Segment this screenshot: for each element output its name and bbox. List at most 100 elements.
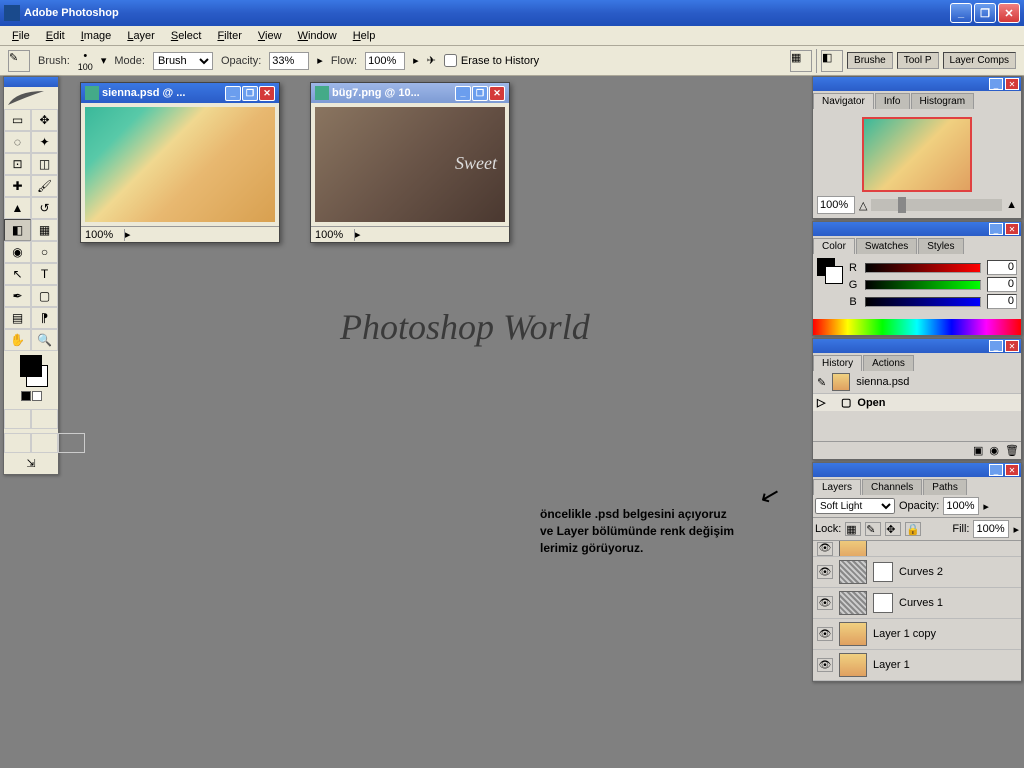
layer-name[interactable]: Curves 1 bbox=[899, 597, 943, 609]
layer-row[interactable]: 👁 Layer 1 bbox=[813, 650, 1021, 681]
layer-mask-thumb[interactable] bbox=[873, 593, 893, 613]
menu-help[interactable]: Help bbox=[345, 28, 384, 44]
panel-close-button[interactable]: ✕ bbox=[1005, 78, 1019, 90]
maximize-button[interactable]: ❐ bbox=[974, 3, 996, 23]
delete-state-icon[interactable]: 🗑 bbox=[1005, 444, 1019, 457]
blur-tool[interactable]: ◉ bbox=[4, 241, 31, 263]
color-swatch[interactable] bbox=[817, 258, 841, 288]
hand-tool[interactable]: ✋ bbox=[4, 329, 31, 351]
tab-histogram[interactable]: Histogram bbox=[911, 93, 975, 109]
path-tool[interactable]: ↖ bbox=[4, 263, 31, 285]
tab-info[interactable]: Info bbox=[875, 93, 910, 109]
erase-history-checkbox[interactable]: Erase to History bbox=[444, 54, 539, 67]
brush-tool[interactable]: 🖌 bbox=[31, 175, 58, 197]
eraser-tool[interactable]: ◧ bbox=[4, 219, 31, 241]
tab-navigator[interactable]: Navigator bbox=[813, 93, 874, 109]
doc-minimize-button[interactable]: _ bbox=[455, 86, 471, 101]
visibility-toggle-icon[interactable]: 👁 bbox=[817, 627, 833, 641]
zoom-in-icon[interactable]: ▲ bbox=[1006, 199, 1017, 211]
flyout-icon[interactable]: ▸ bbox=[317, 54, 323, 67]
tab-actions[interactable]: Actions bbox=[863, 355, 914, 371]
visibility-toggle-icon[interactable]: 👁 bbox=[817, 565, 833, 579]
panel-close-button[interactable]: ✕ bbox=[1005, 464, 1019, 476]
zoom-level[interactable]: 100% bbox=[315, 229, 355, 241]
menu-layer[interactable]: Layer bbox=[119, 28, 163, 44]
navigator-thumbnail[interactable] bbox=[862, 117, 972, 192]
history-snapshot[interactable]: ✎ sienna.psd bbox=[813, 371, 1021, 393]
standard-mode-icon[interactable] bbox=[4, 409, 31, 429]
visibility-toggle-icon[interactable]: 👁 bbox=[817, 596, 833, 610]
minimize-button[interactable]: _ bbox=[950, 3, 972, 23]
dodge-tool[interactable]: ○ bbox=[31, 241, 58, 263]
doc-maximize-button[interactable]: ❐ bbox=[472, 86, 488, 101]
document-canvas[interactable] bbox=[85, 107, 275, 222]
menu-view[interactable]: View bbox=[250, 28, 290, 44]
tab-channels[interactable]: Channels bbox=[862, 479, 922, 495]
r-slider[interactable] bbox=[865, 263, 981, 273]
screen-standard-icon[interactable] bbox=[4, 433, 31, 453]
zoom-level[interactable]: 100% bbox=[85, 229, 125, 241]
quickmask-mode-icon[interactable] bbox=[31, 409, 58, 429]
pen-tool[interactable]: ✒ bbox=[4, 285, 31, 307]
imageready-icon[interactable]: ⇲ bbox=[4, 453, 58, 474]
menu-window[interactable]: Window bbox=[290, 28, 345, 44]
zoom-out-icon[interactable]: △ bbox=[859, 199, 867, 212]
menu-image[interactable]: Image bbox=[73, 28, 120, 44]
color-spectrum[interactable] bbox=[813, 319, 1021, 335]
file-browser-icon[interactable]: ▦ bbox=[790, 50, 812, 72]
lasso-tool[interactable]: ◌ bbox=[4, 131, 31, 153]
status-flyout-icon[interactable]: ▸ bbox=[355, 228, 361, 241]
blend-mode-select[interactable]: Soft Light bbox=[815, 498, 895, 514]
doc-minimize-button[interactable]: _ bbox=[225, 86, 241, 101]
g-value[interactable]: 0 bbox=[987, 277, 1017, 292]
shape-tool[interactable]: ▢ bbox=[31, 285, 58, 307]
layer-row-partial[interactable]: 👁 bbox=[813, 541, 1021, 557]
b-slider[interactable] bbox=[865, 297, 981, 307]
g-slider[interactable] bbox=[865, 280, 981, 290]
nav-zoom-slider[interactable] bbox=[871, 199, 1002, 211]
flyout-icon[interactable]: ▸ bbox=[983, 500, 989, 513]
lock-pixels-icon[interactable]: ✎ bbox=[865, 522, 881, 536]
marquee-tool[interactable]: ▭ bbox=[4, 109, 31, 131]
doc-close-button[interactable]: ✕ bbox=[489, 86, 505, 101]
layer-opacity-input[interactable] bbox=[943, 497, 979, 515]
lock-transparency-icon[interactable]: ▦ bbox=[845, 522, 861, 536]
palette-toggle-icon[interactable]: ◧ bbox=[821, 50, 843, 72]
wand-tool[interactable]: ✦ bbox=[31, 131, 58, 153]
document-titlebar[interactable]: sienna.psd @ ... _ ❐ ✕ bbox=[81, 83, 279, 103]
menu-edit[interactable]: Edit bbox=[38, 28, 73, 44]
stamp-tool[interactable]: ▲ bbox=[4, 197, 31, 219]
visibility-toggle-icon[interactable]: 👁 bbox=[817, 542, 833, 556]
nav-zoom-input[interactable] bbox=[817, 196, 855, 214]
new-snapshot-icon[interactable]: ◉ bbox=[989, 444, 999, 457]
panel-minimize-button[interactable]: _ bbox=[989, 340, 1003, 352]
palette-well-layercomps[interactable]: Layer Comps bbox=[943, 52, 1016, 69]
close-button[interactable]: ✕ bbox=[998, 3, 1020, 23]
history-brush-tool[interactable]: ↺ bbox=[31, 197, 58, 219]
lock-position-icon[interactable]: ✥ bbox=[885, 522, 901, 536]
history-brush-source-icon[interactable]: ✎ bbox=[817, 376, 826, 389]
visibility-toggle-icon[interactable]: 👁 bbox=[817, 658, 833, 672]
zoom-tool[interactable]: 🔍 bbox=[31, 329, 58, 351]
flyout-icon[interactable]: ▸ bbox=[1013, 523, 1019, 536]
menu-filter[interactable]: Filter bbox=[209, 28, 249, 44]
notes-tool[interactable]: ▤ bbox=[4, 307, 31, 329]
tab-color[interactable]: Color bbox=[813, 238, 855, 254]
panel-minimize-button[interactable]: _ bbox=[989, 223, 1003, 235]
screen-full-icon[interactable] bbox=[58, 433, 85, 453]
history-step[interactable]: ▷ ▢ Open bbox=[813, 393, 1021, 411]
status-flyout-icon[interactable]: ▸ bbox=[125, 228, 131, 241]
type-tool[interactable]: T bbox=[31, 263, 58, 285]
eyedropper-tool[interactable]: ⁋ bbox=[31, 307, 58, 329]
doc-maximize-button[interactable]: ❐ bbox=[242, 86, 258, 101]
flow-input[interactable] bbox=[365, 52, 405, 70]
mode-select[interactable]: Brush bbox=[153, 52, 213, 70]
document-titlebar[interactable]: büg7.png @ 10... _ ❐ ✕ bbox=[311, 83, 509, 103]
b-value[interactable]: 0 bbox=[987, 294, 1017, 309]
tab-paths[interactable]: Paths bbox=[923, 479, 967, 495]
new-doc-from-state-icon[interactable]: ▣ bbox=[973, 444, 983, 457]
layer-row[interactable]: 👁 Curves 2 bbox=[813, 557, 1021, 588]
layer-name[interactable]: Curves 2 bbox=[899, 566, 943, 578]
crop-tool[interactable]: ⊡ bbox=[4, 153, 31, 175]
tab-styles[interactable]: Styles bbox=[918, 238, 963, 254]
